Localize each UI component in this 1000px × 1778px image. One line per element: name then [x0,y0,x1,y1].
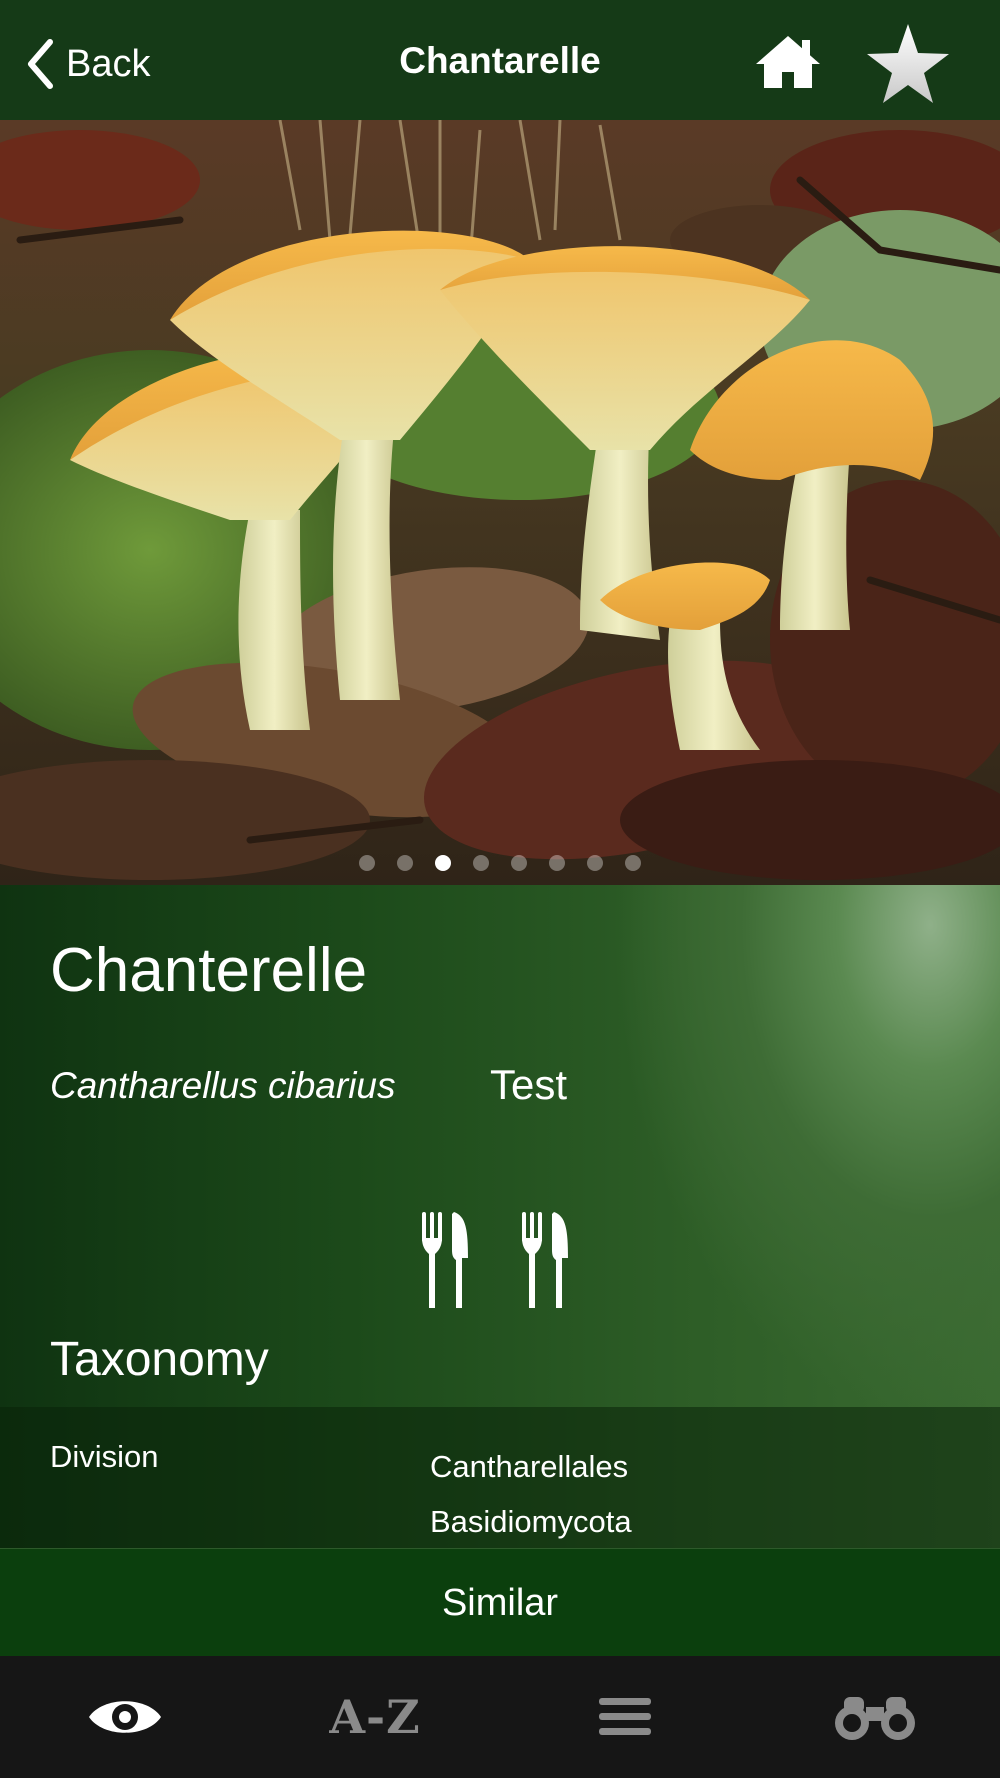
page-title: Chantarelle [399,40,601,81]
page-dot[interactable] [625,855,641,871]
page-dot[interactable] [587,855,603,871]
star-icon [867,24,949,103]
edibility-indicator [420,1210,570,1310]
taxonomy-values: Cantharellales Basidiomycota [430,1439,632,1549]
cutlery-icon [422,1212,468,1308]
page-dot[interactable] [435,855,451,871]
eye-icon [89,1701,161,1733]
chevron-left-icon [28,39,53,89]
species-latin-name: Cantharellus cibarius [50,1065,396,1106]
tab-a-to-z[interactable]: A-Z [250,1656,500,1778]
taxonomy-value: Cantharellales [430,1449,629,1484]
page-dot[interactable] [359,855,375,871]
binoculars-icon [835,1697,915,1740]
page-dot[interactable] [511,855,527,871]
species-photo[interactable] [0,120,1000,885]
similar-button[interactable]: Similar [0,1548,1000,1656]
favorite-button[interactable] [864,20,952,108]
back-label: Back [66,42,151,85]
home-button[interactable] [752,32,824,92]
species-info-panel: Chanterelle Cantharellus cibarius Test T… [0,885,1000,1548]
app-screen: Back Chantarelle Chanterelle Cantharellu… [0,0,1000,1778]
tab-list[interactable] [500,1656,750,1778]
menu-icon [599,1698,651,1735]
taxonomy-value: Basidiomycota [430,1504,632,1539]
page-dot[interactable] [549,855,565,871]
bottom-tab-bar: A-Z [0,1656,1000,1778]
taxonomy-row: Division Cantharellales Basidiomycota [0,1407,1000,1548]
cutlery-icon [522,1212,568,1308]
back-button[interactable]: Back [26,36,150,92]
species-common-name: Chanterelle [50,936,368,1005]
home-icon [756,36,820,88]
species-note: Test [490,1061,568,1108]
tab-explore[interactable] [750,1656,1000,1778]
top-nav-bar: Back Chantarelle [0,0,1000,120]
tab-identify[interactable] [0,1656,250,1778]
az-label: A-Z [329,1690,421,1744]
page-dot[interactable] [397,855,413,871]
page-dot[interactable] [473,855,489,871]
taxonomy-heading: Taxonomy [50,1333,269,1386]
photo-page-indicator[interactable] [0,855,1000,871]
taxonomy-label: Division [50,1439,159,1474]
chanterelle-photo-image [0,120,1000,885]
